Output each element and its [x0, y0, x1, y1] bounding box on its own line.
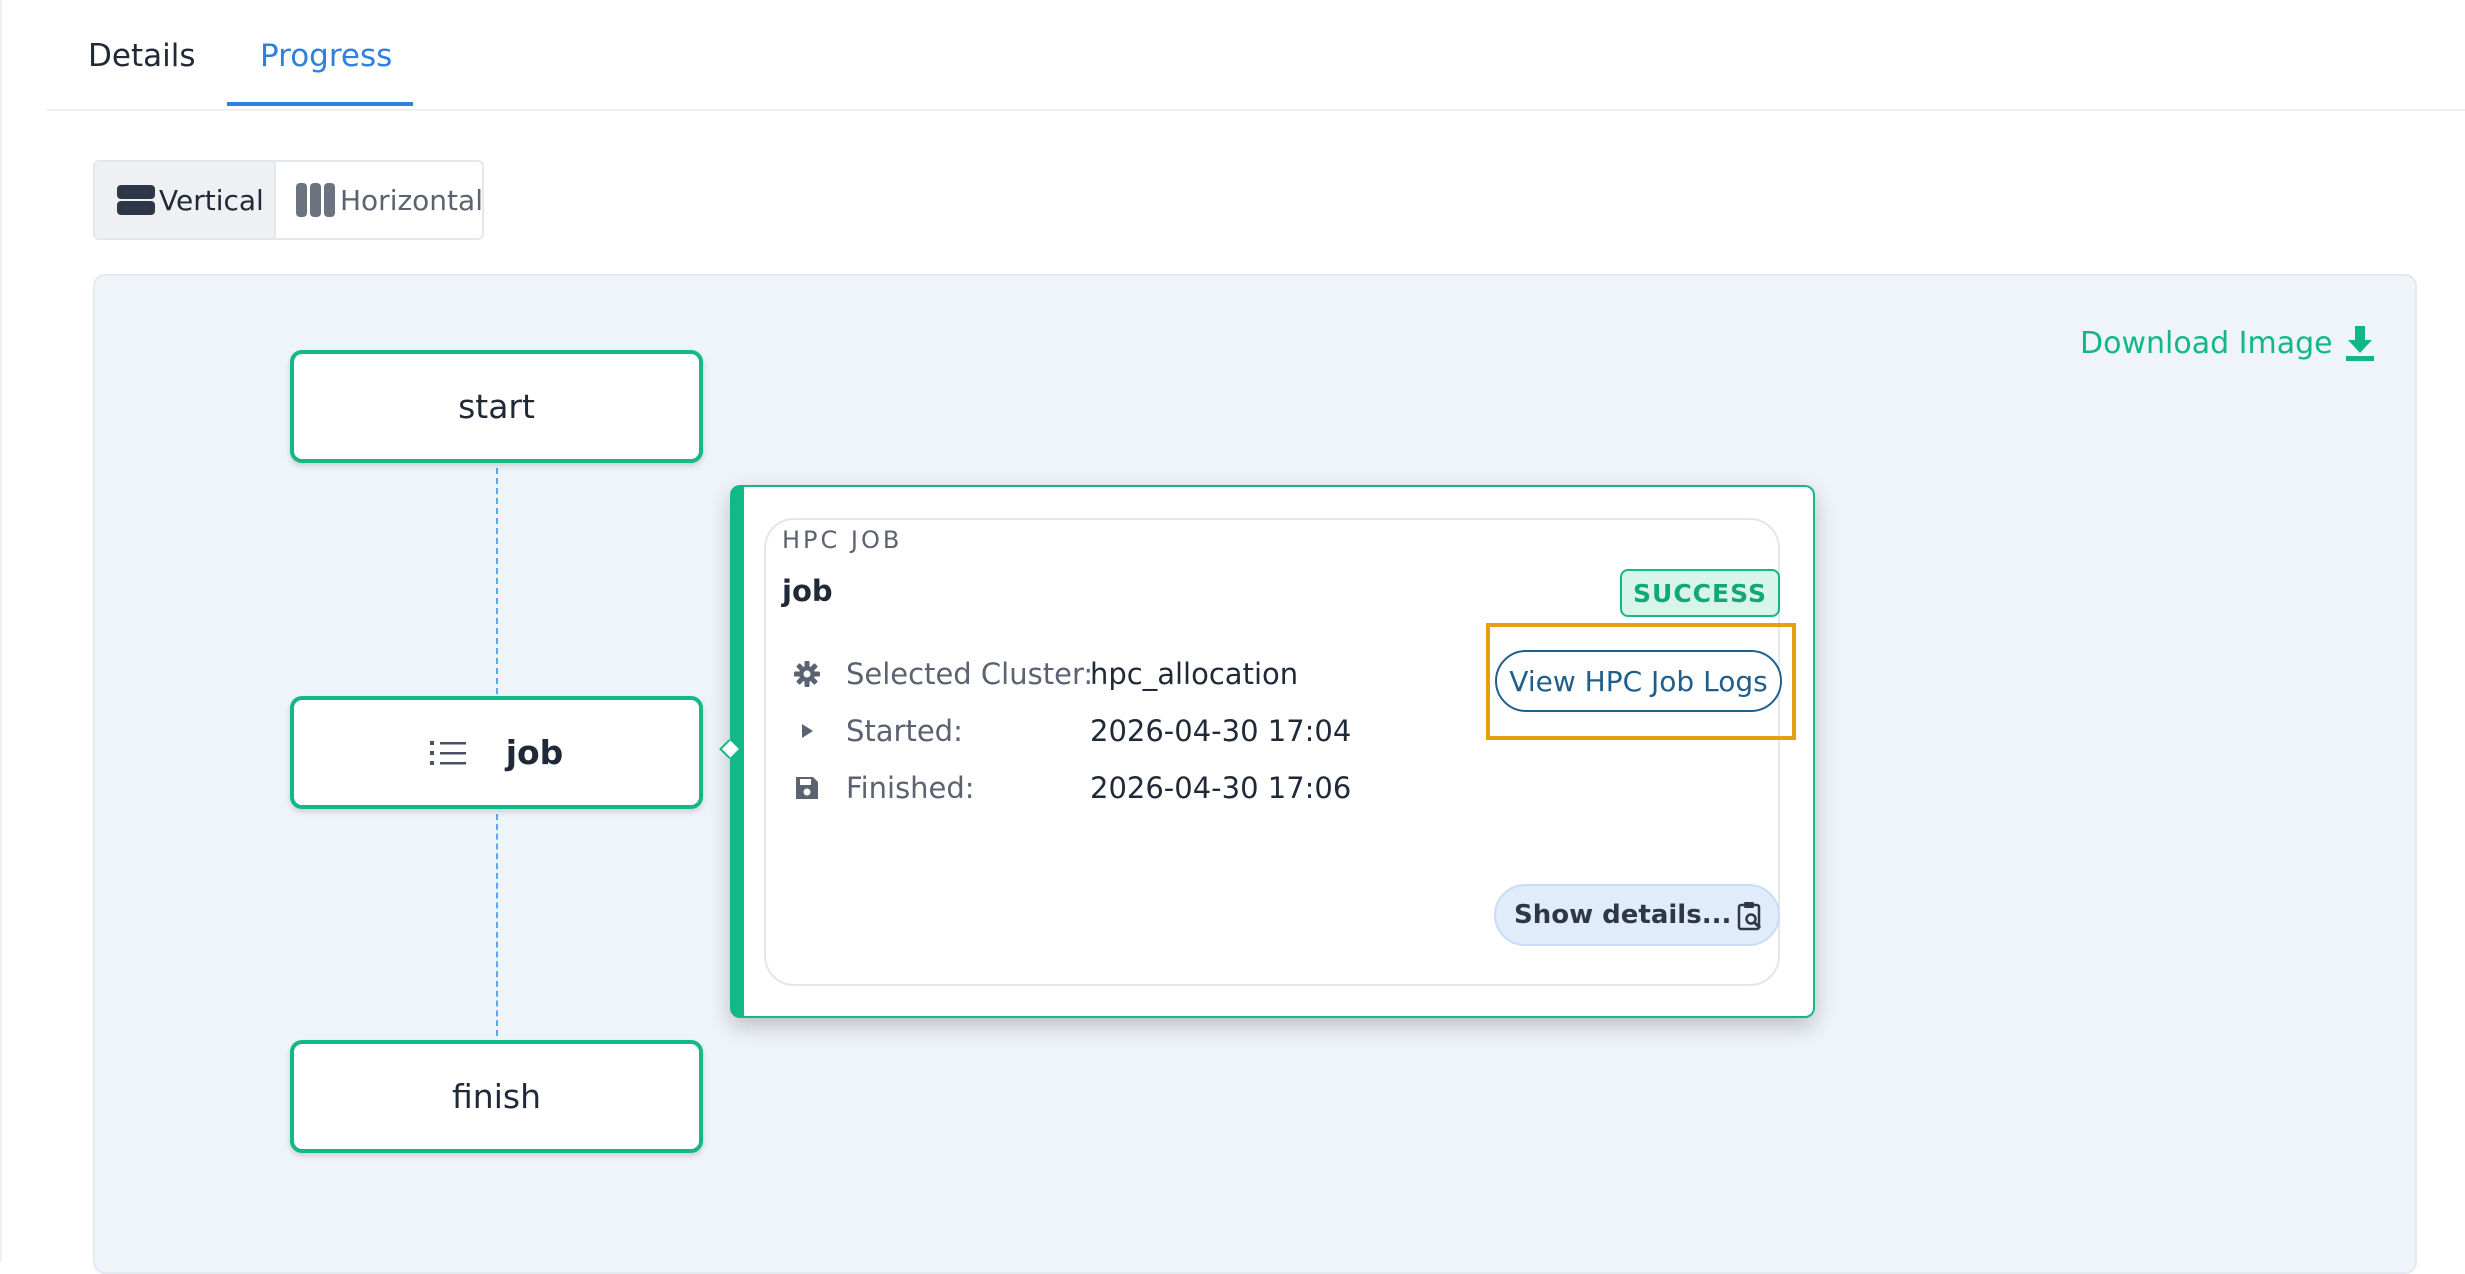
clipboard-search-icon [1737, 902, 1762, 931]
node-job[interactable]: job [290, 696, 703, 809]
cluster-value: hpc_allocation [1090, 657, 1299, 691]
edge-start-to-job [496, 468, 498, 694]
list-icon [429, 740, 466, 765]
info-row-cluster: Selected Cluster: hpc_allocation [792, 654, 1298, 694]
started-value: 2026-04-30 17:04 [1090, 714, 1352, 748]
job-name: job [782, 574, 833, 608]
edge-job-to-finish [496, 814, 498, 1036]
active-tab-indicator [227, 102, 413, 106]
tab-details[interactable]: Details [88, 38, 195, 74]
play-icon [792, 716, 822, 746]
download-image-label: Download Image [2080, 325, 2333, 361]
started-label: Started: [846, 714, 963, 748]
status-badge: SUCCESS [1620, 569, 1780, 617]
vertical-layout-label: Vertical [159, 183, 264, 217]
show-details-button[interactable]: Show details... [1494, 884, 1780, 946]
node-start-label: start [458, 387, 535, 426]
node-job-label: job [505, 733, 564, 772]
cluster-label: Selected Cluster: [846, 657, 1094, 691]
orientation-toggle: Vertical Horizontal [93, 160, 484, 240]
vertical-layout-button[interactable]: Vertical [95, 162, 276, 238]
info-row-started: Started: 2026-04-30 17:04 [792, 711, 1351, 751]
show-details-label: Show details... [1514, 900, 1732, 930]
horizontal-layout-button[interactable]: Horizontal [276, 162, 483, 238]
horizontal-layout-icon [296, 183, 336, 217]
left-border [0, 0, 2, 1262]
floppy-disk-icon [792, 773, 822, 803]
view-hpc-job-logs-button[interactable]: View HPC Job Logs [1495, 650, 1782, 712]
tab-progress[interactable]: Progress [260, 38, 392, 74]
info-row-finished: Finished: 2026-04-30 17:06 [792, 768, 1351, 808]
node-finish[interactable]: finish [290, 1040, 703, 1153]
gear-icon [792, 659, 822, 689]
job-kind-label: HPC JOB [782, 526, 903, 554]
horizontal-layout-label: Horizontal [340, 183, 483, 217]
tab-bar: Details Progress [46, 0, 2465, 111]
finished-value: 2026-04-30 17:06 [1090, 771, 1352, 805]
download-icon [2345, 326, 2374, 361]
finished-label: Finished: [846, 771, 975, 805]
download-image-button[interactable]: Download Image [2080, 324, 2375, 362]
vertical-layout-icon [117, 184, 155, 216]
node-start[interactable]: start [290, 350, 703, 463]
node-finish-label: finish [452, 1077, 541, 1116]
